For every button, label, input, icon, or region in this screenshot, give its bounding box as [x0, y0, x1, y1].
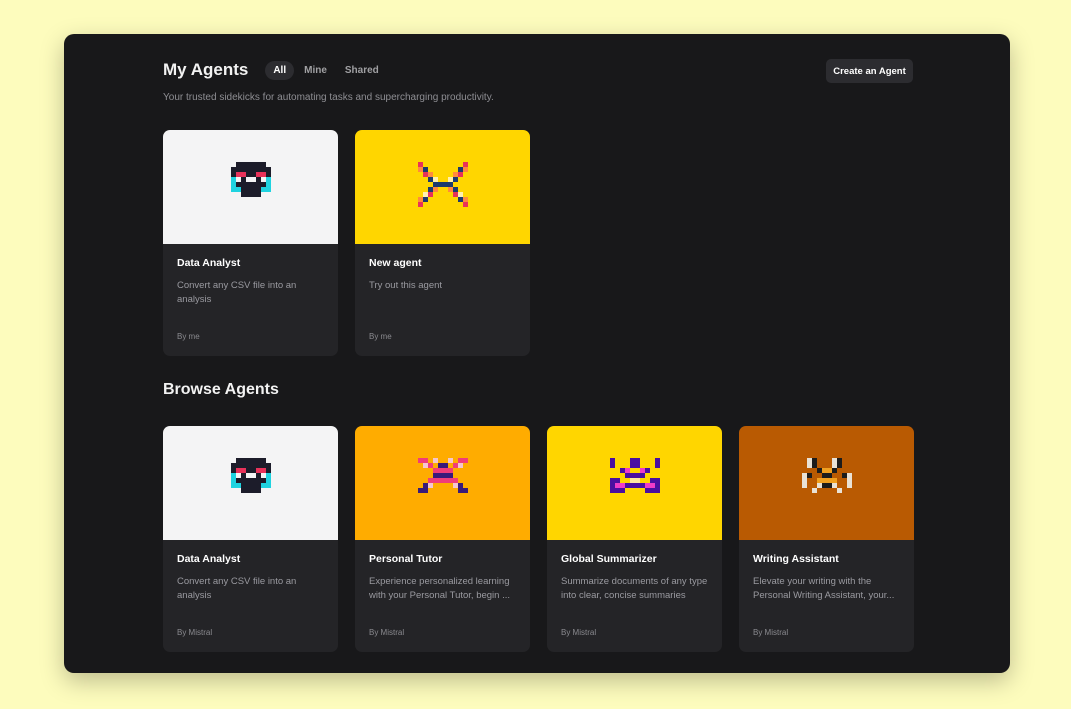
- robot-face-icon: [230, 162, 271, 197]
- agent-description: Elevate your writing with the Personal W…: [753, 576, 895, 601]
- agent-art: [163, 130, 338, 244]
- agent-description: Summarize documents of any type into cle…: [561, 576, 708, 601]
- browse-agents-grid: Data Analyst Convert any CSV file into a…: [163, 426, 914, 652]
- page-title: My Agents: [163, 60, 249, 79]
- page-subtitle: Your trusted sidekicks for automating ta…: [163, 92, 494, 103]
- agent-description: Convert any CSV file into an analysis: [177, 576, 297, 601]
- agent-description: Experience personalized learning with yo…: [369, 576, 510, 601]
- agent-card[interactable]: Data Analyst Convert any CSV file into a…: [163, 426, 338, 652]
- pixel-bear-icon: [801, 458, 852, 493]
- agent-art: [163, 426, 338, 540]
- tab-shared[interactable]: Shared: [337, 61, 387, 80]
- agent-name: Data Analyst: [177, 257, 241, 269]
- agent-card[interactable]: New agent Try out this agent By me: [355, 130, 530, 356]
- pixel-x-icon: [417, 458, 468, 493]
- agent-art: [355, 426, 530, 540]
- agent-author: By Mistral: [753, 628, 789, 637]
- agent-name: Personal Tutor: [369, 553, 443, 565]
- agent-description: Try out this agent: [369, 280, 443, 291]
- agent-author: By Mistral: [561, 628, 597, 637]
- agent-author: By Mistral: [177, 628, 213, 637]
- agent-name: Global Summarizer: [561, 553, 657, 565]
- tab-mine[interactable]: Mine: [296, 61, 335, 80]
- agent-card[interactable]: Writing Assistant Elevate your writing w…: [739, 426, 914, 652]
- pixel-crab-icon: [609, 458, 660, 493]
- agent-card[interactable]: Data Analyst Convert any CSV file into a…: [163, 130, 338, 356]
- page-header: My Agents All Mine Shared: [163, 60, 389, 80]
- agent-name: Data Analyst: [177, 553, 241, 565]
- agent-name: Writing Assistant: [753, 553, 839, 565]
- agent-art: [547, 426, 722, 540]
- app-window: My Agents All Mine Shared Your trusted s…: [64, 34, 1010, 673]
- agent-art: [739, 426, 914, 540]
- agent-name: New agent: [369, 257, 422, 269]
- agent-author: By me: [369, 332, 392, 341]
- my-agents-grid: Data Analyst Convert any CSV file into a…: [163, 130, 530, 356]
- agent-art: [355, 130, 530, 244]
- pixel-x-icon: [417, 162, 468, 207]
- create-agent-button[interactable]: Create an Agent: [826, 59, 913, 83]
- agent-description: Convert any CSV file into an analysis: [177, 280, 297, 305]
- agent-card[interactable]: Personal Tutor Experience personalized l…: [355, 426, 530, 652]
- agent-card[interactable]: Global Summarizer Summarize documents of…: [547, 426, 722, 652]
- robot-face-icon: [230, 458, 271, 493]
- agent-author: By Mistral: [369, 628, 405, 637]
- tab-all[interactable]: All: [265, 60, 295, 80]
- browse-agents-title: Browse Agents: [163, 381, 279, 398]
- agent-author: By me: [177, 332, 200, 341]
